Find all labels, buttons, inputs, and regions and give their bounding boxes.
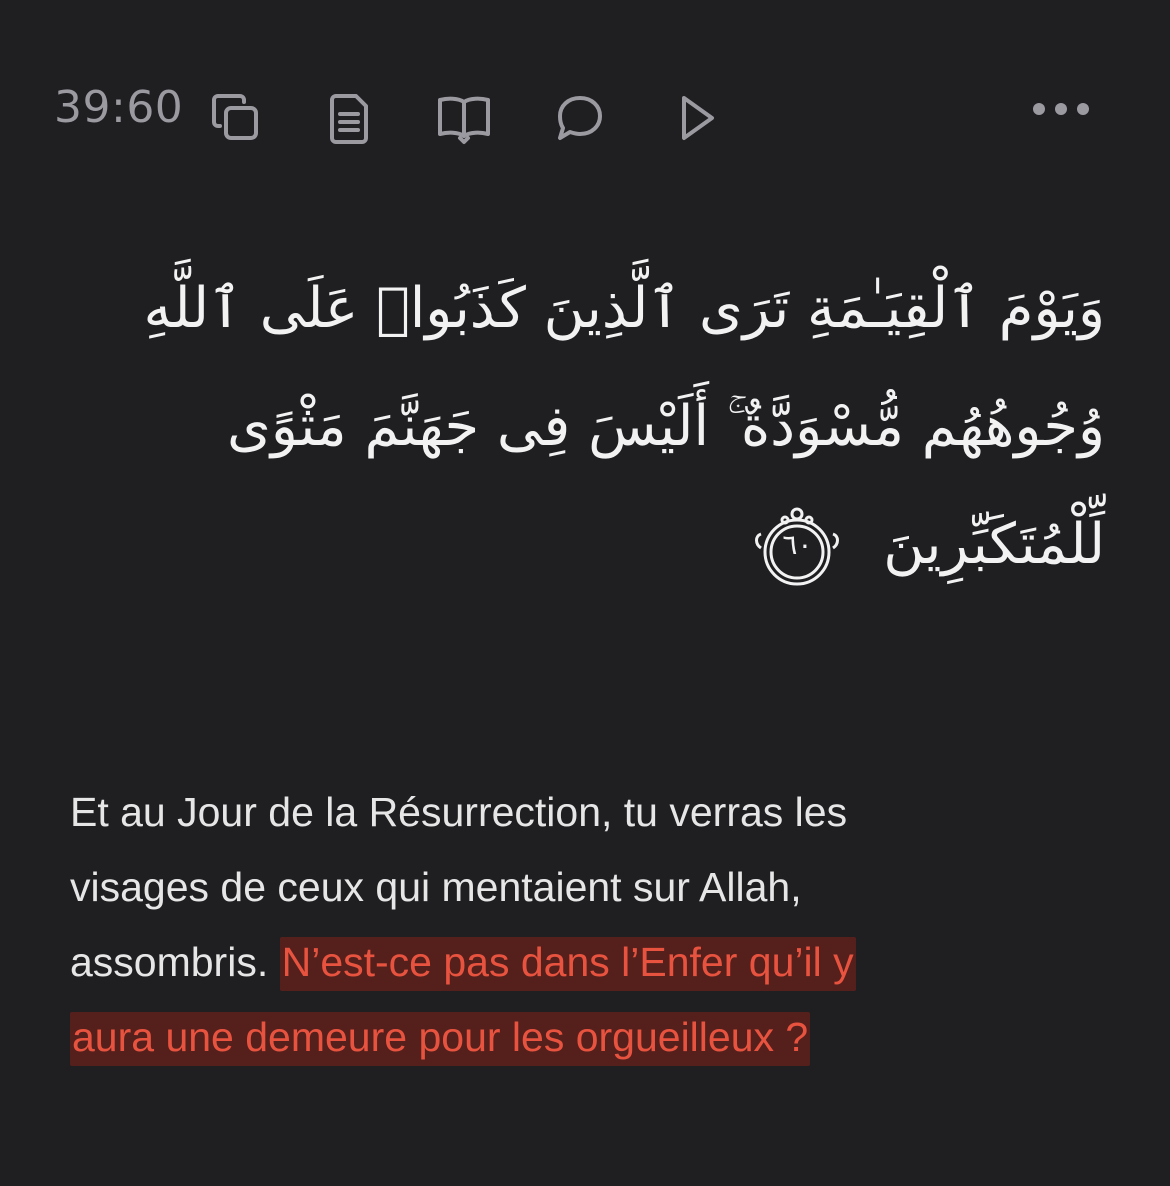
ayah-end-marker: ٦٠ (747, 498, 847, 598)
translation-line-4: aura une demeure pour les orgueilleux ? (70, 1000, 1110, 1075)
ayah-number: ٦٠ (782, 527, 813, 561)
more-icon[interactable] (1026, 94, 1096, 124)
copy-icon[interactable] (206, 88, 266, 148)
book-icon[interactable] (434, 88, 494, 148)
arabic-verse: وَيَوْمَ ٱلْقِيَـٰمَةِ تَرَى ٱلَّذِينَ ك… (100, 250, 1105, 604)
document-icon[interactable] (320, 88, 380, 148)
arabic-line-1: وَيَوْمَ ٱلْقِيَـٰمَةِ تَرَى ٱلَّذِينَ ك… (143, 276, 1105, 341)
arabic-line-3: لِّلْمُتَكَبِّرِينَ ٦٠ (100, 486, 1105, 604)
highlighted-text-segment-2[interactable]: aura une demeure pour les orgueilleux ? (70, 1012, 811, 1066)
translation-line-3: assombris. N’est-ce pas dans l’Enfer qu’… (70, 925, 1110, 1000)
comment-icon[interactable] (550, 88, 610, 148)
translation-text: Et au Jour de la Résurrection, tu verras… (70, 775, 1110, 1075)
translation-line-2: visages de ceux qui mentaient sur Allah, (70, 864, 802, 910)
arabic-line-3-text: لِّلْمُتَكَبِّرِينَ (883, 512, 1105, 577)
verse-reference: 39:60 (54, 82, 184, 133)
translation-line-1: Et au Jour de la Résurrection, tu verras… (70, 789, 848, 835)
play-icon[interactable] (666, 88, 726, 148)
arabic-line-2: وُجُوهُهُم مُّسْوَدَّةٌ ۚ أَلَيْسَ فِى ج… (227, 394, 1105, 459)
highlighted-text-segment-1[interactable]: N’est-ce pas dans l’Enfer qu’il y (279, 937, 856, 991)
verse-toolbar: 39:60 (54, 72, 1096, 162)
translation-plain-segment: assombris. (70, 939, 280, 985)
